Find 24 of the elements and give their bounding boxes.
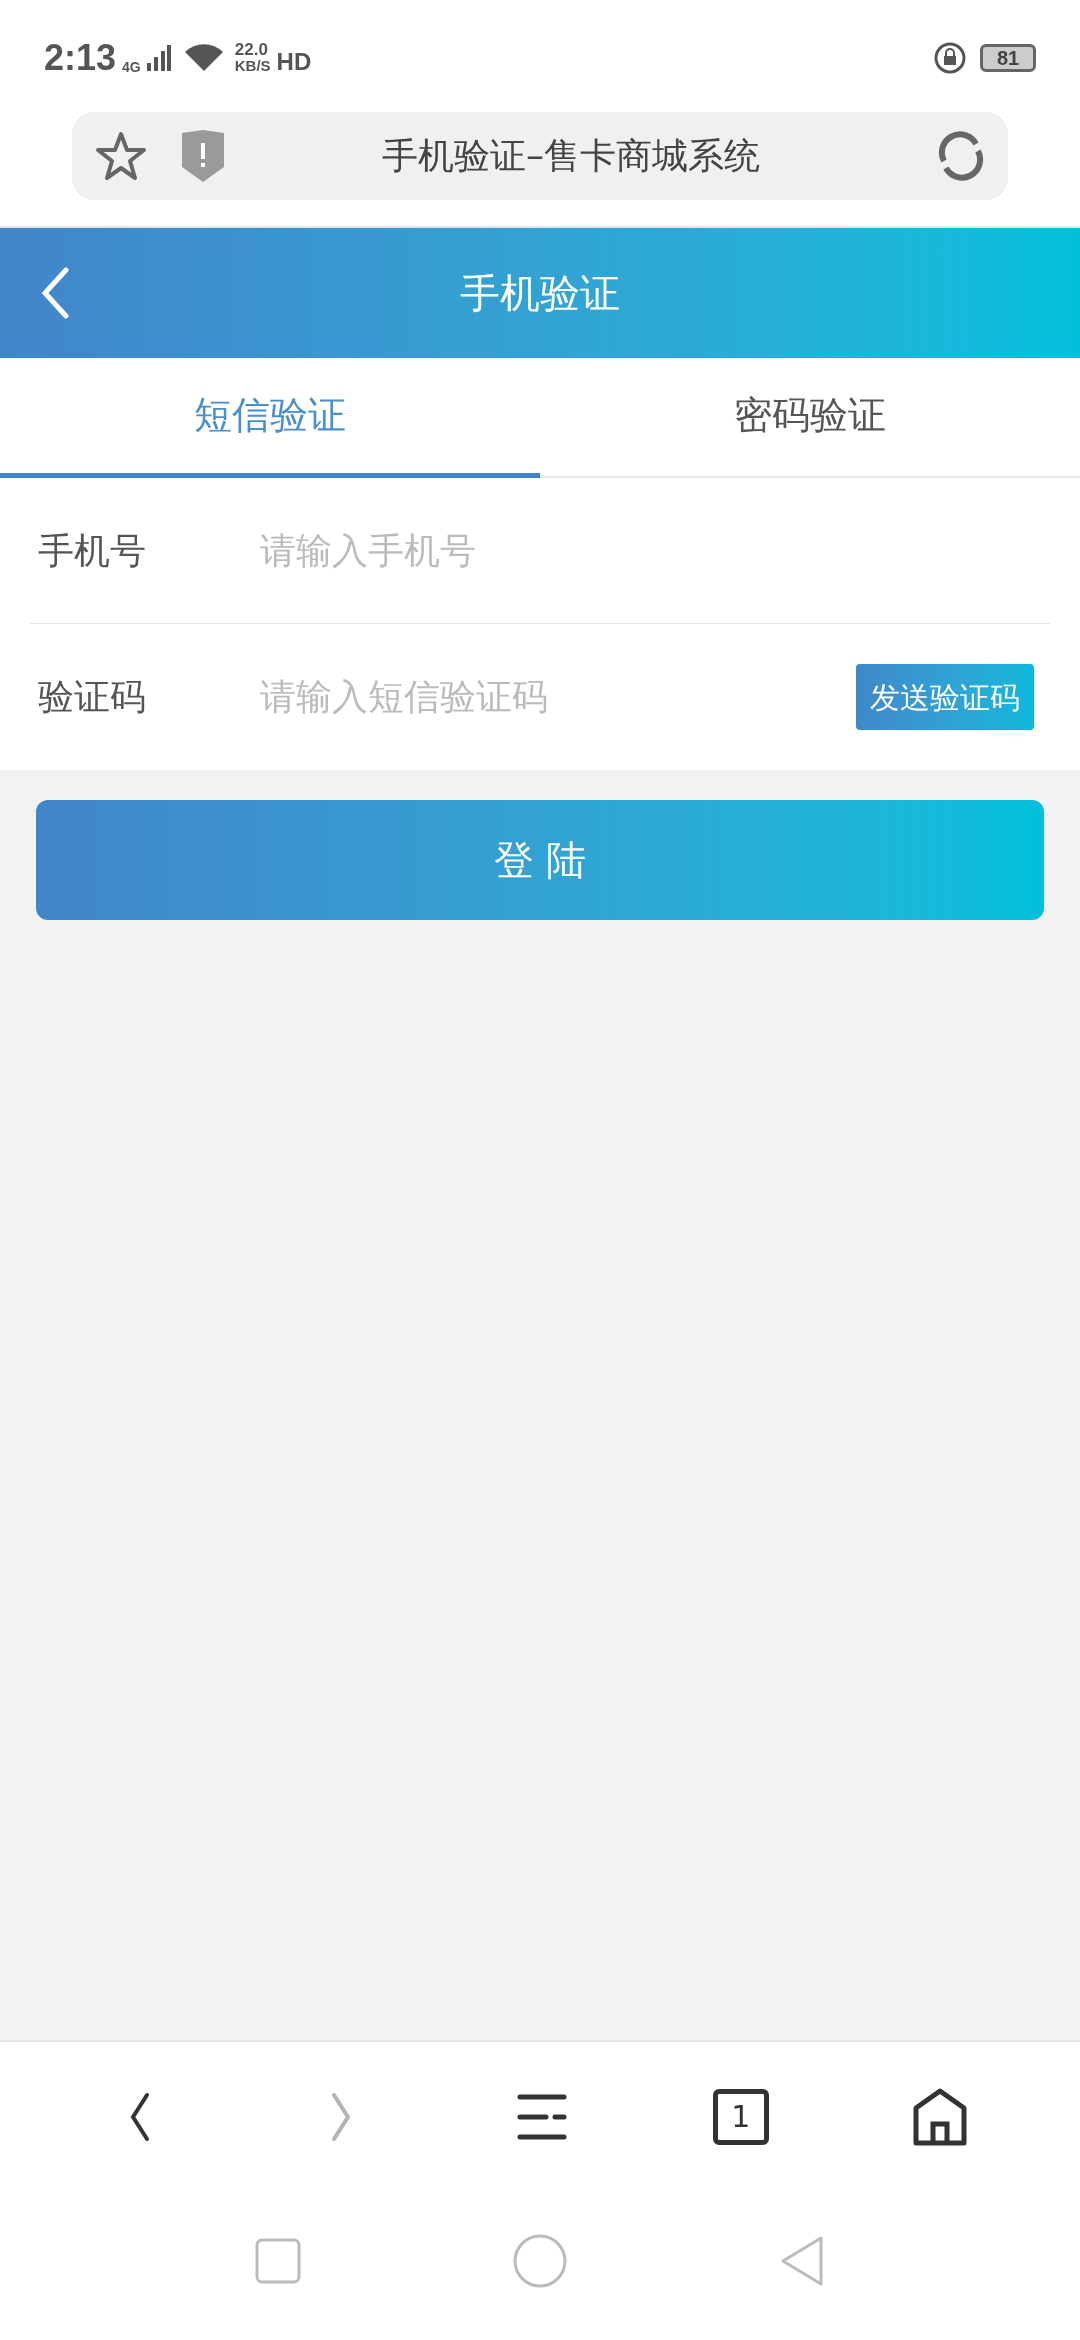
signal-icon [146, 45, 171, 71]
tabs-button[interactable]: 1 [712, 2089, 769, 2145]
refresh-icon[interactable] [936, 131, 986, 181]
address-bar[interactable]: 手机验证–售卡商城系统 [72, 112, 1008, 200]
battery-indicator: 81 [980, 44, 1036, 72]
chevron-left-icon [129, 2092, 152, 2142]
page-title: 手机验证–售卡商城系统 [381, 134, 761, 178]
recents-button[interactable] [255, 2238, 302, 2284]
input-field[interactable]: 请输入短信验证码 [260, 670, 856, 724]
clock: 2:13 [44, 36, 117, 80]
input-field[interactable]: 请输入手机号 [260, 523, 1050, 578]
chevron-left-icon [40, 267, 70, 319]
chevron-right-icon [330, 2092, 353, 2142]
speed-unit: KB/S [234, 58, 271, 74]
network-type: 4G [122, 58, 141, 77]
star-icon[interactable] [94, 130, 148, 182]
header-title: 手机验证 [459, 269, 621, 318]
tab[interactable]: 密码验证 [540, 358, 1080, 478]
shield-icon[interactable] [180, 129, 226, 183]
rotation-lock-icon [934, 42, 966, 74]
field-label: 验证码 [37, 675, 147, 719]
field-label: 手机号 [37, 528, 147, 573]
speed-value: 22.0 [234, 42, 269, 58]
hd-label: HD [276, 47, 312, 77]
